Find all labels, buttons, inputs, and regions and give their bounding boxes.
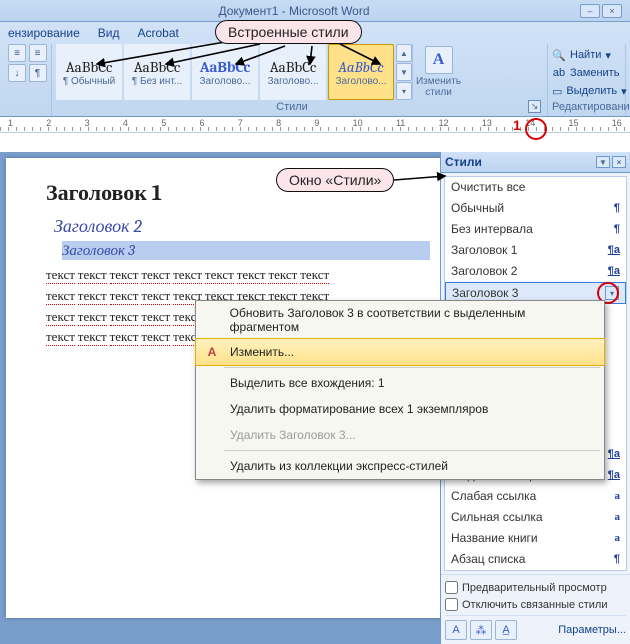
heading-3-selected[interactable]: Заголовок 3 <box>62 241 430 260</box>
style-row[interactable]: Обычный¶ <box>445 198 626 219</box>
pane-menu-button[interactable]: ▼ <box>596 156 610 168</box>
annotation-number-1: 1 <box>513 117 521 133</box>
style-row-clear-all[interactable]: Очистить все <box>445 177 626 198</box>
pane-close-button[interactable]: × <box>612 156 626 168</box>
indent-decrease-button[interactable]: ≡ <box>8 44 26 62</box>
ribbon-tab[interactable]: Acrobat <box>138 26 179 40</box>
style-preview: AaBbCc <box>134 58 181 76</box>
style-row[interactable]: Заголовок 1¶a <box>445 240 626 261</box>
disable-linked-checkbox[interactable]: Отключить связанные стили <box>445 596 626 613</box>
style-row[interactable]: Название книгиa <box>445 528 626 549</box>
horizontal-ruler[interactable]: 12345678910111213141516 <box>0 117 630 133</box>
change-styles-icon: A <box>425 46 453 74</box>
style-preview: AaBbCc <box>338 58 383 76</box>
styles-dialog-launcher[interactable]: ↘ <box>528 100 541 113</box>
style-tile-label: ¶ Обычный <box>63 76 115 87</box>
style-tile[interactable]: AaBbCc¶ Без инт... <box>124 44 190 100</box>
style-row[interactable]: Слабая ссылкаa <box>445 486 626 507</box>
editing-group-label: Редактировани <box>552 100 621 114</box>
replace-icon: ab <box>552 66 566 80</box>
close-button[interactable]: × <box>602 4 622 18</box>
style-row[interactable]: Абзац списка¶ <box>445 549 626 570</box>
style-context-menu: Обновить Заголовок 3 в соответствии с вы… <box>195 300 605 480</box>
style-row[interactable]: Сильная ссылкаa <box>445 507 626 528</box>
style-tile-label: Заголово... <box>336 76 387 87</box>
style-preview: AaBbCc <box>200 58 251 76</box>
ribbon-tab[interactable]: ензирование <box>8 26 80 40</box>
find-button[interactable]: 🔍Найти ▾ <box>552 46 621 64</box>
change-styles-button[interactable]: A Изменить стили <box>412 44 464 100</box>
heading-2[interactable]: Заголовок 2 <box>54 216 430 237</box>
callout-builtin-styles: Встроенные стили <box>215 20 362 44</box>
select-button[interactable]: ▭Выделить ▾ <box>552 82 621 100</box>
select-icon: ▭ <box>552 84 562 98</box>
modify-icon: A <box>202 344 222 360</box>
title-bar: Документ1 - Microsoft Word – × <box>0 0 630 22</box>
change-styles-label: Изменить стили <box>416 76 461 98</box>
indent-increase-button[interactable]: ≡ <box>29 44 47 62</box>
gallery-down-button[interactable]: ▼ <box>396 63 412 81</box>
style-row[interactable]: Без интервала¶ <box>445 219 626 240</box>
style-tile[interactable]: AaBbCcЗаголово... <box>328 44 394 100</box>
gallery-up-button[interactable]: ▲ <box>396 44 412 62</box>
window-title: Документ1 - Microsoft Word <box>8 4 580 18</box>
sort-button[interactable]: ↓ <box>8 64 26 82</box>
ribbon-tab[interactable]: Вид <box>98 26 120 40</box>
callout-styles-window: Окно «Стили» <box>276 168 394 192</box>
style-tile-label: ¶ Без инт... <box>132 76 182 87</box>
style-tile-label: Заголово... <box>268 76 319 87</box>
style-preview: AaBbCc <box>270 58 317 76</box>
style-row[interactable]: Заголовок 2¶a <box>445 261 626 282</box>
new-style-button[interactable]: A <box>445 620 467 640</box>
style-tile[interactable]: AaBbCcЗаголово... <box>192 44 258 100</box>
show-marks-button[interactable]: ¶ <box>29 64 47 82</box>
style-tile[interactable]: AaBbCc¶ Обычный <box>56 44 122 100</box>
pane-options-link[interactable]: Параметры... <box>558 624 626 636</box>
replace-button[interactable]: abЗаменить <box>552 64 621 82</box>
minimize-button[interactable]: – <box>580 4 600 18</box>
cm-delete-style: Удалить Заголовок 3... <box>196 422 604 448</box>
cm-remove-from-gallery[interactable]: Удалить из коллекции экспресс-стилей <box>196 453 604 479</box>
cm-update-to-match[interactable]: Обновить Заголовок 3 в соответствии с вы… <box>196 301 604 339</box>
styles-pane-title: Стили <box>445 155 482 169</box>
manage-styles-button[interactable]: A̲ <box>495 620 517 640</box>
window-controls: – × <box>580 4 622 18</box>
style-tile[interactable]: AaBbCcЗаголово... <box>260 44 326 100</box>
style-tile-label: Заголово... <box>200 76 251 87</box>
cm-select-all[interactable]: Выделить все вхождения: 1 <box>196 370 604 396</box>
style-row-dropdown[interactable]: ▾ <box>605 286 619 300</box>
styles-pane-header[interactable]: Стили ▼ × <box>441 152 630 173</box>
styles-group-label: Стили <box>56 100 528 114</box>
style-inspector-button[interactable]: ⁂ <box>470 620 492 640</box>
paragraph-group: ≡ ≡ ↓ ¶ <box>4 44 52 116</box>
paragraph-group-label <box>8 112 47 114</box>
update-icon <box>202 312 222 328</box>
cm-modify[interactable]: A Изменить... <box>195 338 605 366</box>
style-preview: AaBbCc <box>66 58 113 76</box>
gallery-more-button[interactable]: ▾ <box>396 82 412 100</box>
styles-pane-footer: Предварительный просмотр Отключить связа… <box>441 574 630 644</box>
style-gallery: AaBbCc¶ ОбычныйAaBbCc¶ Без инт...AaBbCcЗ… <box>56 44 394 100</box>
editing-group: 🔍Найти ▾ abЗаменить ▭Выделить ▾ Редактир… <box>548 44 626 116</box>
styles-group: AaBbCc¶ ОбычныйAaBbCc¶ Без инт...AaBbCcЗ… <box>52 44 548 116</box>
preview-checkbox[interactable]: Предварительный просмотр <box>445 579 626 596</box>
find-icon: 🔍 <box>552 48 566 62</box>
cm-remove-formatting[interactable]: Удалить форматирование всех 1 экземпляро… <box>196 396 604 422</box>
